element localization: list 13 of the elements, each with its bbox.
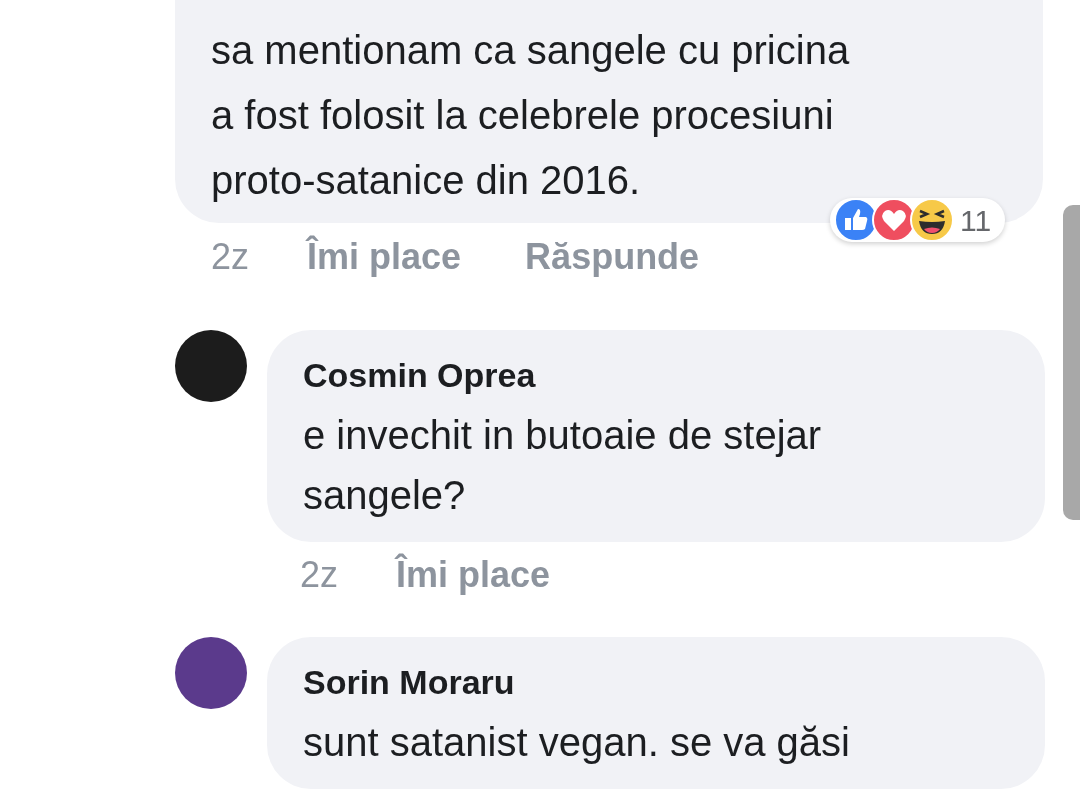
comment-action-link[interactable]: Îmi place xyxy=(307,230,462,284)
comment-action-link[interactable]: Îmi place xyxy=(396,548,551,602)
commenter-name[interactable]: Cosmin Oprea xyxy=(303,352,1045,398)
commenter-name[interactable]: Sorin Moraru xyxy=(303,659,1045,705)
comment-action-link[interactable]: Răspunde xyxy=(525,230,700,284)
comment-text: sunt satanist vegan. se va găsi xyxy=(303,719,851,766)
reactions-pill[interactable]: 11 xyxy=(830,198,1006,242)
laughing-face-icon xyxy=(910,198,954,242)
comment-time: 2z xyxy=(211,235,250,279)
reaction-count: 11 xyxy=(960,202,992,239)
comment-time: 2z xyxy=(300,553,339,597)
scrollbar[interactable] xyxy=(1063,205,1080,520)
comment-text: e invechit in butoaie de stejar sangele? xyxy=(303,412,823,519)
